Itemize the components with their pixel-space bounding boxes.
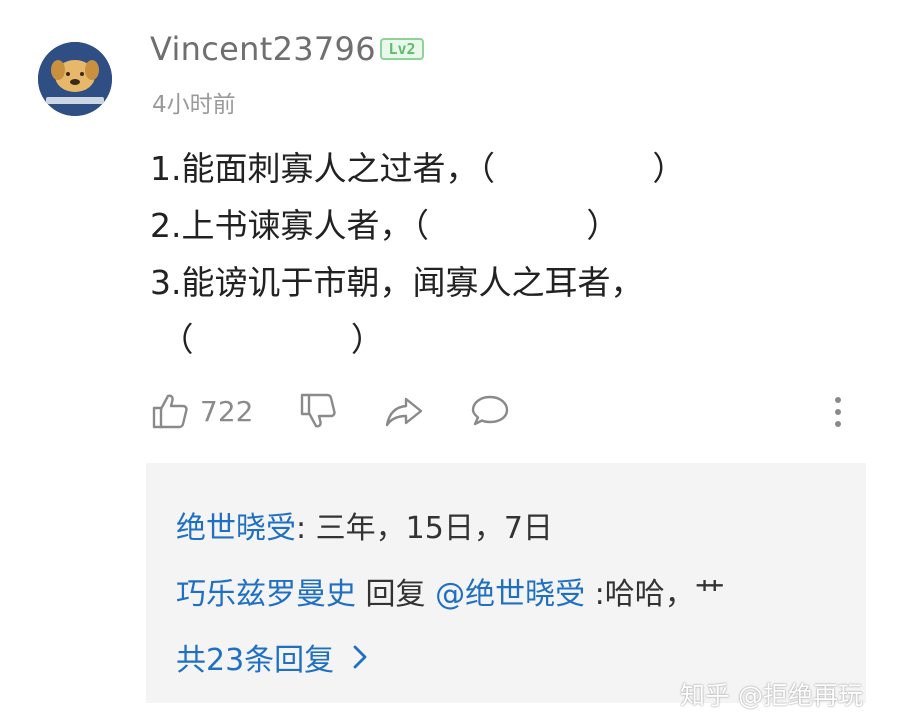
- comment-line: 2.上书谏寡人者，（ ）: [150, 206, 620, 245]
- comment-timestamp: 4小时前: [152, 92, 236, 118]
- comment-line: 1.能面刺寡人之过者，（ ）: [150, 149, 686, 188]
- view-all-replies-label: 共23条回复: [176, 643, 335, 678]
- comment-page: Vincent23796 Lv2 4小时前 1.能面刺寡人之过者，（ ） 2.上…: [0, 0, 898, 728]
- reply-text: 三年，15日，7日: [306, 511, 553, 546]
- chevron-right-icon: [353, 645, 367, 669]
- more-vertical-icon: [835, 397, 841, 427]
- avatar[interactable]: [38, 42, 112, 116]
- reply-item: 巧乐兹罗曼史 回复 @绝世晓受 :哈哈，艹: [176, 569, 725, 613]
- like-button[interactable]: 722: [150, 386, 253, 436]
- like-count: 722: [200, 394, 254, 428]
- comment-actions: 722: [150, 386, 850, 436]
- share-icon: [385, 397, 423, 427]
- avatar-dog-icon: [38, 42, 112, 116]
- dislike-button[interactable]: [298, 386, 338, 436]
- comment-line: 3.能谤讥于市朝，闻寡人之耳者，: [150, 263, 644, 302]
- comment-body: 1.能面刺寡人之过者，（ ） 2.上书谏寡人者，（ ） 3.能谤讥于市朝，闻寡人…: [150, 140, 840, 368]
- reply-author[interactable]: 巧乐兹罗曼史: [176, 577, 356, 612]
- thumbs-up-icon: [152, 394, 188, 429]
- reply-author[interactable]: 绝世晓受: [176, 511, 296, 546]
- more-options-button[interactable]: [830, 386, 846, 436]
- username[interactable]: Vincent23796: [150, 30, 376, 68]
- reply-preview-box[interactable]: 绝世晓受: 三年，15日，7日 巧乐兹罗曼史 回复 @绝世晓受 :哈哈，艹 共2…: [146, 463, 866, 703]
- view-all-replies-link[interactable]: 共23条回复: [176, 635, 368, 679]
- comment-bubble-icon: [471, 395, 509, 426]
- comment-button[interactable]: [470, 386, 510, 436]
- level-badge: Lv2: [380, 38, 424, 60]
- reply-separator: :: [296, 511, 307, 546]
- watermark: 知乎 @拒绝再玩: [680, 681, 863, 710]
- share-button[interactable]: [384, 386, 424, 436]
- reply-item: 绝世晓受: 三年，15日，7日: [176, 503, 553, 547]
- comment-line: （ ）: [150, 320, 384, 359]
- thumbs-down-icon: [300, 393, 336, 428]
- reply-text: :哈哈，艹: [585, 577, 725, 612]
- reply-mention[interactable]: @绝世晓受: [435, 577, 585, 612]
- reply-word: 回复: [356, 577, 436, 612]
